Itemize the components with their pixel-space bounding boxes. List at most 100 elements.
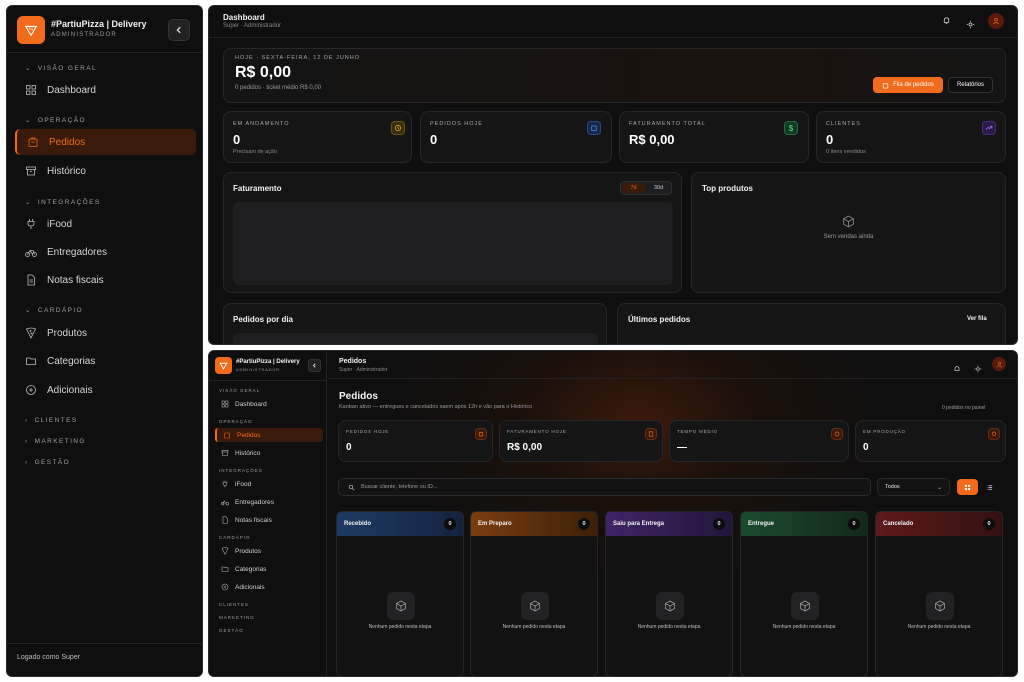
order-queue-button[interactable]: Fila de pedidos bbox=[873, 77, 943, 93]
sidebar-item-dashboard[interactable]: Dashboard bbox=[15, 77, 196, 103]
logged-in-label: Logado como Super bbox=[17, 654, 81, 661]
section-management[interactable]: › GESTÃO bbox=[25, 459, 70, 466]
sidebar-item-products[interactable]: Produtos bbox=[215, 544, 321, 558]
divider bbox=[209, 37, 1017, 38]
avatar[interactable] bbox=[988, 13, 1004, 29]
section-menu[interactable]: ⌄ CARDÁPIO bbox=[25, 306, 83, 315]
sidebar-item-orders[interactable]: Pedidos bbox=[15, 129, 196, 155]
chevron-down-icon: ⌄ bbox=[25, 117, 32, 124]
stat-card-revenue-today: FATURAMENTO HOJE R$ 0,00 bbox=[499, 420, 663, 462]
sidebar-item-label: Dashboard bbox=[235, 400, 267, 408]
archive-icon bbox=[26, 166, 36, 176]
bag-icon bbox=[882, 82, 889, 88]
revenue-card: Faturamento 7d 30d bbox=[223, 172, 682, 293]
box-icon bbox=[791, 592, 819, 620]
clock-icon bbox=[831, 428, 843, 440]
section-integrations[interactable]: ⌄ INTEGRAÇÕES bbox=[25, 198, 101, 207]
section-overview[interactable]: VISÃO GERAL bbox=[219, 388, 260, 393]
stat-label: FATURAMENTO TOTAL bbox=[629, 121, 706, 127]
reports-button[interactable]: Relatórios bbox=[948, 77, 993, 93]
header-title: Pedidos bbox=[339, 358, 367, 365]
sidebar-item-orders[interactable]: Pedidos bbox=[215, 428, 323, 442]
sidebar-item-dashboard[interactable]: Dashboard bbox=[215, 397, 321, 411]
stat-value: R$ 0,00 bbox=[507, 442, 543, 453]
sidebar-item-addons[interactable]: Adicionais bbox=[215, 580, 321, 594]
section-integrations[interactable]: INTEGRAÇÕES bbox=[219, 468, 263, 473]
sidebar-item-categories[interactable]: Categorias bbox=[215, 562, 321, 576]
stat-label: FATURAMENTO HOJE bbox=[507, 429, 567, 434]
status-filter-select[interactable]: Todos ⌄ bbox=[877, 478, 950, 496]
sidebar-item-label: Histórico bbox=[235, 449, 261, 457]
sidebar-item-ifood[interactable]: iFood bbox=[215, 477, 321, 491]
avatar[interactable] bbox=[992, 357, 1006, 371]
stat-card-in-production: EM PRODUÇÃO 0 bbox=[855, 420, 1006, 462]
kanban-column-out-for-delivery: Saiu para Entrega 0 Nenhum pedido nesta … bbox=[605, 511, 733, 677]
brand-logo bbox=[215, 357, 232, 374]
sidebar-item-invoices[interactable]: Notas fiscais bbox=[215, 513, 321, 527]
sidebar-item-label: Adicionais bbox=[235, 583, 265, 591]
bell-icon[interactable] bbox=[953, 360, 961, 378]
section-label: INTEGRAÇÕES bbox=[37, 198, 101, 206]
section-operation[interactable]: ⌄ OPERAÇÃO bbox=[25, 116, 86, 125]
stat-label: CLIENTES bbox=[826, 121, 861, 127]
collapse-sidebar-button[interactable] bbox=[168, 19, 190, 41]
divider bbox=[328, 378, 1017, 379]
header-subtitle: Super · Administrador bbox=[339, 367, 388, 373]
bell-icon[interactable] bbox=[942, 16, 951, 27]
pizza-icon bbox=[24, 25, 38, 37]
sidebar-item-addons[interactable]: Adicionais bbox=[15, 377, 196, 403]
archive-icon bbox=[221, 450, 229, 456]
stat-label: PEDIDOS HOJE bbox=[346, 429, 390, 434]
chevron-left-icon bbox=[176, 26, 181, 34]
sidebar-item-label: Pedidos bbox=[49, 136, 86, 148]
sidebar-item-products[interactable]: Produtos bbox=[15, 320, 196, 346]
card-title: Top produtos bbox=[702, 184, 753, 193]
orders-per-day-card: Pedidos por dia bbox=[223, 303, 607, 344]
search-input[interactable]: Buscar cliente, telefone ou ID... bbox=[338, 478, 871, 496]
user-icon bbox=[996, 361, 1002, 367]
stat-value: 0 bbox=[826, 132, 834, 147]
section-clients[interactable]: › CLIENTES bbox=[25, 417, 78, 424]
sidebar-item-label: iFood bbox=[47, 218, 73, 230]
column-header: Em Preparo 0 bbox=[471, 512, 597, 536]
top-products-card: Top produtos Sem vendas ainda bbox=[691, 172, 1006, 293]
section-marketing[interactable]: › MARKETING bbox=[25, 438, 86, 445]
column-count: 0 bbox=[444, 518, 456, 530]
sidebar-item-history[interactable]: Histórico bbox=[15, 158, 196, 184]
section-operation[interactable]: OPERAÇÃO bbox=[219, 419, 253, 424]
pizza-slice-icon bbox=[25, 327, 37, 339]
see-queue-link[interactable]: Ver fila bbox=[967, 316, 987, 322]
collapse-sidebar-button[interactable] bbox=[308, 359, 321, 372]
box-icon bbox=[521, 592, 549, 620]
column-count: 0 bbox=[713, 518, 725, 530]
sidebar-item-label: Entregadores bbox=[235, 498, 275, 506]
sidebar-item-couriers[interactable]: Entregadores bbox=[15, 239, 196, 265]
section-clients[interactable]: CLIENTES bbox=[219, 602, 249, 607]
sidebar-item-couriers[interactable]: Entregadores bbox=[215, 495, 321, 509]
range-30d-button[interactable]: 30d bbox=[647, 183, 670, 193]
chevron-down-icon: ⌄ bbox=[936, 484, 942, 491]
kanban-column-canceled: Cancelado 0 Nenhum pedido nesta etapa bbox=[875, 511, 1003, 677]
dollar-icon: $ bbox=[784, 121, 798, 135]
section-management[interactable]: GESTÃO bbox=[219, 628, 244, 633]
column-title: Cancelado bbox=[883, 521, 914, 527]
sun-icon[interactable] bbox=[966, 16, 975, 34]
section-menu[interactable]: CARDÁPIO bbox=[219, 535, 251, 540]
grid-icon bbox=[221, 400, 229, 408]
range-7d-button[interactable]: 7d bbox=[622, 183, 645, 193]
grid-icon bbox=[964, 484, 971, 490]
sidebar-item-history[interactable]: Histórico bbox=[215, 446, 321, 460]
sun-icon[interactable] bbox=[974, 360, 982, 378]
panel-count: 0 pedidos no painel bbox=[942, 405, 986, 411]
list-view-button[interactable] bbox=[979, 479, 1000, 495]
section-marketing[interactable]: MARKETING bbox=[219, 615, 255, 620]
sidebar-item-label: Pedidos bbox=[237, 431, 261, 439]
receipt-icon bbox=[645, 428, 657, 440]
section-overview[interactable]: ⌄ VISÃO GERAL bbox=[25, 64, 97, 73]
sidebar-item-ifood[interactable]: iFood bbox=[15, 211, 196, 237]
stat-sub: Precisam de ação bbox=[233, 149, 278, 155]
sidebar-item-invoices[interactable]: Notas fiscais bbox=[15, 267, 196, 293]
bag-icon bbox=[475, 428, 487, 440]
kanban-view-button[interactable] bbox=[957, 479, 978, 495]
sidebar-item-categories[interactable]: Categorias bbox=[15, 348, 196, 374]
